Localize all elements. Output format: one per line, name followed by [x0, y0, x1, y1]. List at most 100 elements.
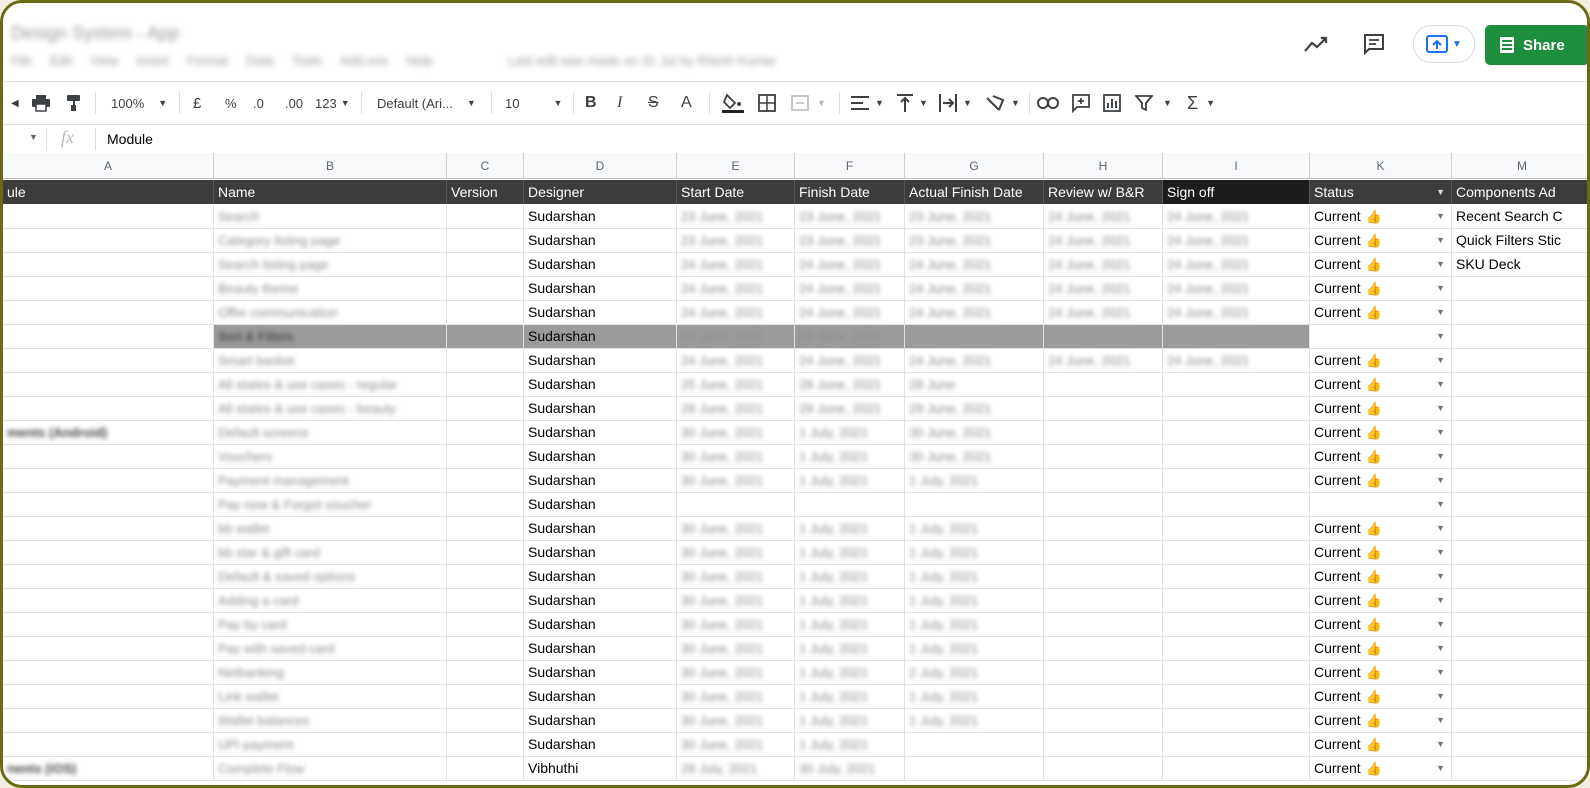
table-cell[interactable]: 1 July, 2021: [905, 517, 1044, 540]
table-cell[interactable]: 24 June, 2021: [1163, 349, 1310, 372]
table-cell[interactable]: [447, 493, 524, 516]
table-cell[interactable]: ▼: [1310, 325, 1452, 348]
table-cell[interactable]: 24 June, 2021: [905, 301, 1044, 324]
fill-color-icon[interactable]: [721, 82, 745, 124]
table-cell[interactable]: [677, 493, 795, 516]
table-cell[interactable]: 24 June, 2021: [1044, 205, 1163, 228]
strikethrough-icon[interactable]: S: [648, 82, 659, 124]
table-cell[interactable]: UPI payment: [214, 733, 447, 756]
merge-cells-icon[interactable]: ▼: [791, 82, 826, 124]
table-cell[interactable]: 1 July, 2021: [795, 565, 905, 588]
table-cell[interactable]: [1163, 397, 1310, 420]
chevron-down-icon[interactable]: ▼: [1436, 685, 1445, 708]
table-cell[interactable]: Link wallet: [214, 685, 447, 708]
table-cell[interactable]: Sudarshan: [524, 205, 677, 228]
menu-item[interactable]: Data: [246, 53, 273, 68]
chevron-down-icon[interactable]: ▼: [1436, 205, 1445, 228]
table-cell[interactable]: [1452, 637, 1587, 660]
table-cell[interactable]: [1163, 373, 1310, 396]
table-cell[interactable]: 24 June, 2021: [1044, 229, 1163, 252]
table-cell[interactable]: 2 July, 2021: [905, 661, 1044, 684]
table-cell[interactable]: 1 July, 2021: [795, 421, 905, 444]
chevron-down-icon[interactable]: ▼: [1436, 589, 1445, 612]
table-cell[interactable]: Sudarshan: [524, 661, 677, 684]
table-cell[interactable]: 24 June, 2021: [795, 277, 905, 300]
table-cell[interactable]: [1044, 637, 1163, 660]
table-cell[interactable]: [3, 469, 214, 492]
table-cell[interactable]: 1 July, 2021: [795, 661, 905, 684]
chevron-down-icon[interactable]: ▼: [1436, 180, 1445, 204]
table-header-cell[interactable]: Review w/ B&R: [1044, 180, 1163, 204]
table-cell[interactable]: Current 👍 ▼: [1310, 349, 1452, 372]
table-cell[interactable]: 24 June, 2021: [1044, 349, 1163, 372]
table-cell[interactable]: 30 June, 2021: [677, 469, 795, 492]
table-cell[interactable]: Sudarshan: [524, 565, 677, 588]
table-cell[interactable]: 28 June, 2021: [677, 397, 795, 420]
table-cell[interactable]: [1044, 325, 1163, 348]
column-header-h[interactable]: H: [1044, 153, 1163, 179]
table-cell[interactable]: Sudarshan: [524, 253, 677, 276]
table-cell[interactable]: [447, 517, 524, 540]
table-cell[interactable]: [1163, 421, 1310, 444]
table-row[interactable]: Search Sudarshan 23 June, 2021 23 June, 202…: [3, 205, 1587, 229]
table-cell[interactable]: Sudarshan: [524, 421, 677, 444]
column-header-e[interactable]: E: [677, 153, 795, 179]
menu-item[interactable]: Format: [187, 53, 228, 68]
table-cell[interactable]: 24 June, 2021: [1044, 253, 1163, 276]
table-cell[interactable]: [1452, 421, 1587, 444]
table-cell[interactable]: Sudarshan: [524, 445, 677, 468]
table-row[interactable]: nents (iOS) Complete Flow Vibhuthi 28 July,…: [3, 757, 1587, 781]
table-cell[interactable]: All states & use cases - beauty: [214, 397, 447, 420]
menu-item[interactable]: Add-ons: [340, 53, 388, 68]
table-cell[interactable]: [1163, 589, 1310, 612]
table-cell[interactable]: 23 June, 2021: [795, 205, 905, 228]
table-cell[interactable]: [3, 685, 214, 708]
table-cell[interactable]: [1044, 757, 1163, 780]
table-cell[interactable]: [447, 421, 524, 444]
table-cell[interactable]: [1044, 493, 1163, 516]
table-cell[interactable]: 30 June, 2021: [905, 445, 1044, 468]
table-row[interactable]: Offer communication Sudarshan 24 June, 202…: [3, 301, 1587, 325]
table-cell[interactable]: 24 June, 2021: [1163, 205, 1310, 228]
table-cell[interactable]: Sort & Filters: [214, 325, 447, 348]
table-cell[interactable]: Search listing page: [214, 253, 447, 276]
table-cell[interactable]: [1044, 565, 1163, 588]
table-cell[interactable]: 24 June, 2021: [1044, 301, 1163, 324]
table-cell[interactable]: [447, 757, 524, 780]
table-cell[interactable]: [447, 565, 524, 588]
table-cell[interactable]: 1 July, 2021: [795, 613, 905, 636]
table-cell[interactable]: [1452, 469, 1587, 492]
table-cell[interactable]: 30 June, 2021: [677, 733, 795, 756]
table-cell[interactable]: [1163, 709, 1310, 732]
table-cell[interactable]: 24 June, 2021: [905, 349, 1044, 372]
table-cell[interactable]: Vibhuthi: [524, 757, 677, 780]
table-cell[interactable]: [3, 229, 214, 252]
chevron-down-icon[interactable]: ▼: [1436, 637, 1445, 660]
menu-item[interactable]: View: [90, 53, 118, 68]
table-cell[interactable]: [447, 709, 524, 732]
table-cell[interactable]: [1044, 685, 1163, 708]
table-cell[interactable]: [3, 397, 214, 420]
table-cell[interactable]: [1163, 685, 1310, 708]
table-row[interactable]: Sort & Filters Sudarshan 24 June, 2021 24 J…: [3, 325, 1587, 349]
table-cell[interactable]: Current 👍 ▼: [1310, 277, 1452, 300]
table-cell[interactable]: 24 June, 2021: [677, 301, 795, 324]
table-cell[interactable]: [447, 637, 524, 660]
table-cell[interactable]: [905, 733, 1044, 756]
table-cell[interactable]: [1163, 757, 1310, 780]
table-cell[interactable]: Adding a card: [214, 589, 447, 612]
table-cell[interactable]: 23 June, 2021: [905, 229, 1044, 252]
table-cell[interactable]: 30 June, 2021: [677, 589, 795, 612]
table-cell[interactable]: 24 June, 2021: [1163, 277, 1310, 300]
table-header-cell[interactable]: Sign off: [1163, 180, 1310, 204]
menu-item[interactable]: Insert: [136, 53, 169, 68]
table-cell[interactable]: 1 July, 2021: [905, 613, 1044, 636]
table-cell[interactable]: [447, 613, 524, 636]
table-cell[interactable]: [1452, 349, 1587, 372]
table-cell[interactable]: Pay with saved card: [214, 637, 447, 660]
table-cell[interactable]: 1 July, 2021: [795, 709, 905, 732]
table-cell[interactable]: Current 👍 ▼: [1310, 733, 1452, 756]
table-cell[interactable]: Current 👍 ▼: [1310, 709, 1452, 732]
table-cell[interactable]: [905, 493, 1044, 516]
trend-icon[interactable]: [1301, 29, 1331, 59]
